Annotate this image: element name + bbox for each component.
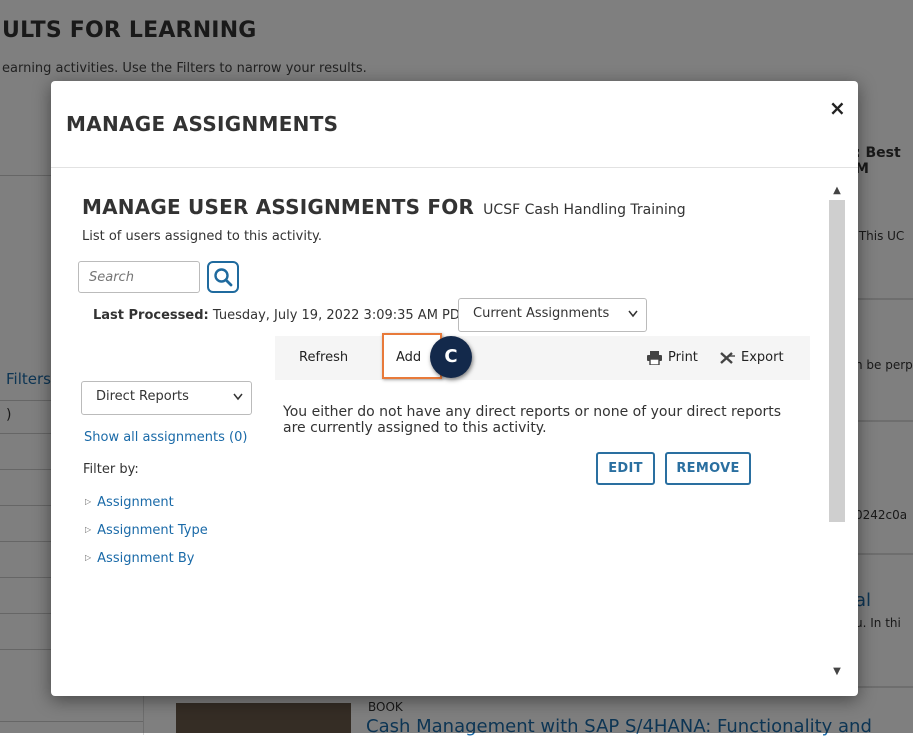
scroll-up-icon[interactable]: ▲ <box>828 184 846 198</box>
scroll-down-icon[interactable]: ▼ <box>828 665 846 679</box>
section-title: MANAGE USER ASSIGNMENTS FOR UCSF Cash Ha… <box>82 195 686 219</box>
add-button[interactable]: Add <box>396 350 421 365</box>
modal-header: MANAGE ASSIGNMENTS × <box>51 81 858 168</box>
close-button[interactable]: × <box>829 96 846 120</box>
filter-label: Assignment Type <box>97 523 208 538</box>
assignment-view-value: Current Assignments <box>473 306 610 321</box>
search-button[interactable] <box>207 261 239 293</box>
print-label: Print <box>668 350 698 365</box>
search-icon <box>214 268 233 287</box>
edit-button[interactable]: EDIT <box>596 452 655 485</box>
filter-label: Assignment By <box>97 551 195 566</box>
last-processed: Last Processed: Tuesday, July 19, 2022 3… <box>93 308 468 323</box>
activity-name: UCSF Cash Handling Training <box>483 202 686 218</box>
search-input[interactable] <box>78 261 200 293</box>
assignment-toolbar: Refresh Add C Print Export <box>275 333 810 380</box>
report-scope-select[interactable]: Direct Reports <box>81 381 252 415</box>
modal-scrollbar[interactable]: ▲ ▼ <box>828 182 846 682</box>
chevron-down-icon <box>233 382 243 424</box>
refresh-button[interactable]: Refresh <box>299 350 348 365</box>
expand-arrow-icon: ▷ <box>85 525 92 534</box>
section-description: List of users assigned to this activity. <box>82 229 323 244</box>
filter-label: Assignment <box>97 495 174 510</box>
filter-assignment-by[interactable]: ▷ Assignment By <box>85 551 194 566</box>
assignment-view-select[interactable]: Current Assignments <box>458 298 647 332</box>
show-all-assignments-link[interactable]: Show all assignments (0) <box>84 430 247 445</box>
manage-assignments-modal: MANAGE ASSIGNMENTS × ▲ ▼ MANAGE USER ASS… <box>51 81 858 696</box>
print-button[interactable]: Print <box>647 350 698 365</box>
export-button[interactable]: Export <box>720 350 784 365</box>
expand-arrow-icon: ▷ <box>85 553 92 562</box>
expand-arrow-icon: ▷ <box>85 497 92 506</box>
export-label: Export <box>741 350 784 365</box>
excel-export-icon <box>720 351 735 364</box>
last-processed-value: Tuesday, July 19, 2022 3:09:35 AM PDT <box>212 308 468 323</box>
chevron-down-icon <box>628 299 638 341</box>
filter-assignment[interactable]: ▷ Assignment <box>85 495 174 510</box>
filter-by-label: Filter by: <box>83 462 139 477</box>
filter-assignment-type[interactable]: ▷ Assignment Type <box>85 523 208 538</box>
modal-title: MANAGE ASSIGNMENTS <box>66 112 339 136</box>
callout-badge: C <box>430 336 472 378</box>
remove-button[interactable]: REMOVE <box>665 452 751 485</box>
scrollbar-thumb[interactable] <box>829 200 845 522</box>
report-scope-value: Direct Reports <box>96 389 189 404</box>
printer-icon <box>647 350 662 365</box>
section-heading: MANAGE USER ASSIGNMENTS FOR <box>82 195 475 219</box>
last-processed-label: Last Processed: <box>93 308 209 323</box>
empty-state-message: You either do not have any direct report… <box>283 404 782 436</box>
